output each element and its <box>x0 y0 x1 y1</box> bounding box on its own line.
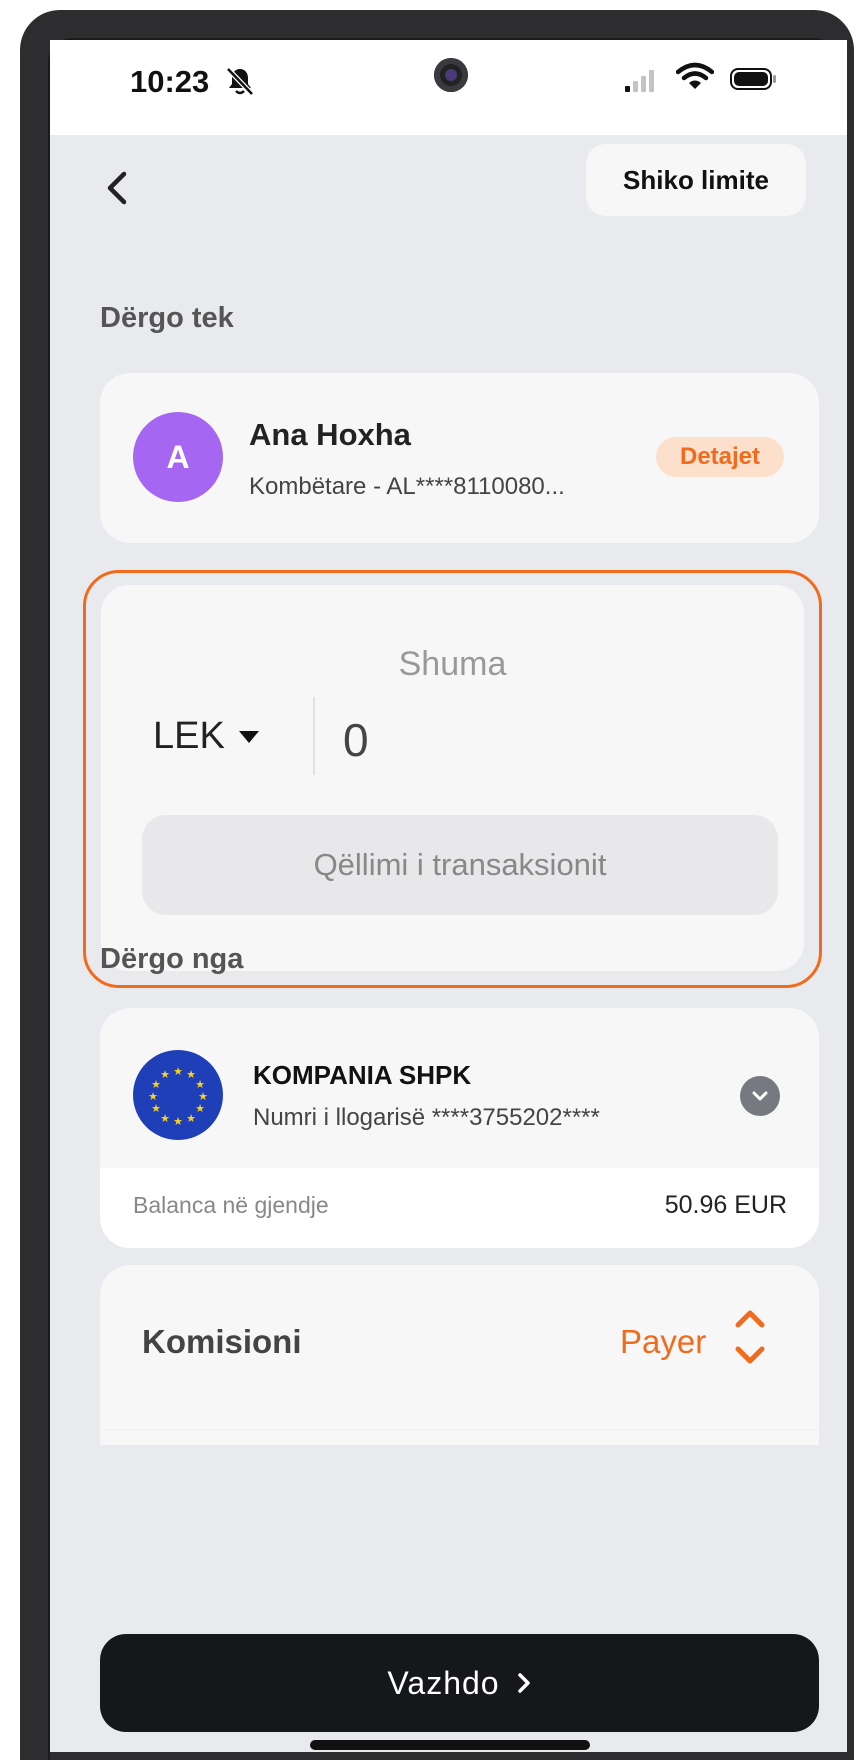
svg-text:★: ★ <box>173 1115 183 1128</box>
recipient-name: Ana Hoxha <box>249 417 411 452</box>
phone-frame-bottom <box>50 1752 847 1760</box>
bell-muted-icon <box>226 66 254 103</box>
battery-icon <box>730 68 776 90</box>
cellular-signal-icon <box>625 70 654 92</box>
currency-value: LEK <box>153 715 225 757</box>
commission-payer-value[interactable]: Payer <box>620 1323 706 1361</box>
eu-flag-icon: ★ ★ ★ ★ ★ ★ ★ ★ ★ ★ ★ ★ <box>133 1050 223 1140</box>
camera-notch <box>434 58 468 92</box>
svg-text:★: ★ <box>151 1102 161 1115</box>
continue-label: Vazhdo <box>387 1664 500 1701</box>
up-down-chevron-icon[interactable] <box>732 1305 768 1374</box>
chevron-right-icon <box>517 1673 530 1693</box>
amount-input[interactable] <box>341 707 765 773</box>
recipient-account: Kombëtare - AL****8110080... <box>249 473 565 500</box>
sender-account-number: Numri i llogarisë ****3755202**** <box>253 1104 600 1131</box>
details-button[interactable]: Detajet <box>656 437 784 477</box>
divider <box>313 697 315 775</box>
continue-button[interactable]: Vazhdo <box>100 1634 819 1732</box>
send-from-label: Dërgo nga <box>100 943 244 975</box>
svg-text:★: ★ <box>173 1065 183 1078</box>
transaction-purpose-field[interactable]: Qëllimi i transaksionit <box>142 815 778 915</box>
avatar: A <box>133 412 223 502</box>
status-time: 10:23 <box>130 64 210 99</box>
wifi-icon <box>675 62 715 97</box>
amount-card: Shuma LEK Qëllimi i transaksionit <box>101 585 804 971</box>
back-arrow-icon[interactable] <box>102 168 132 213</box>
balance-label: Balanca në gjendje <box>133 1192 329 1218</box>
chevron-down-icon[interactable] <box>740 1076 780 1116</box>
svg-text:★: ★ <box>148 1090 158 1103</box>
send-to-label: Dërgo tek <box>100 302 234 334</box>
status-bar: 10:23 <box>50 40 847 135</box>
recipient-card[interactable]: A Ana Hoxha Kombëtare - AL****8110080...… <box>100 373 819 543</box>
view-limits-button[interactable]: Shiko limite <box>586 144 806 216</box>
balance-row: Balanca në gjendje 50.96 EUR <box>100 1168 819 1248</box>
sender-account-card[interactable]: ★ ★ ★ ★ ★ ★ ★ ★ ★ ★ ★ ★ KOMPANIA SHPK Numri i ll… <box>100 1008 819 1248</box>
amount-label: Shuma <box>398 645 507 683</box>
amount-section: Shuma LEK Qëllimi i transaksionit <box>83 570 822 988</box>
svg-text:★: ★ <box>186 1112 196 1125</box>
company-name: KOMPANIA SHPK <box>253 1060 472 1090</box>
caret-down-icon <box>238 730 259 743</box>
svg-text:★: ★ <box>160 1068 170 1081</box>
home-indicator <box>310 1740 590 1750</box>
balance-value: 50.96 EUR <box>664 1191 787 1219</box>
commission-card: Komisioni Payer <box>100 1265 819 1445</box>
svg-text:★: ★ <box>160 1112 170 1125</box>
currency-selector[interactable]: LEK <box>153 715 261 758</box>
app-screen: 10:23 Shiko limite Dërgo tek A Ana Hoxha… <box>50 40 847 1760</box>
divider <box>100 1429 819 1430</box>
svg-text:★: ★ <box>195 1102 205 1115</box>
commission-label: Komisioni <box>142 1323 302 1360</box>
